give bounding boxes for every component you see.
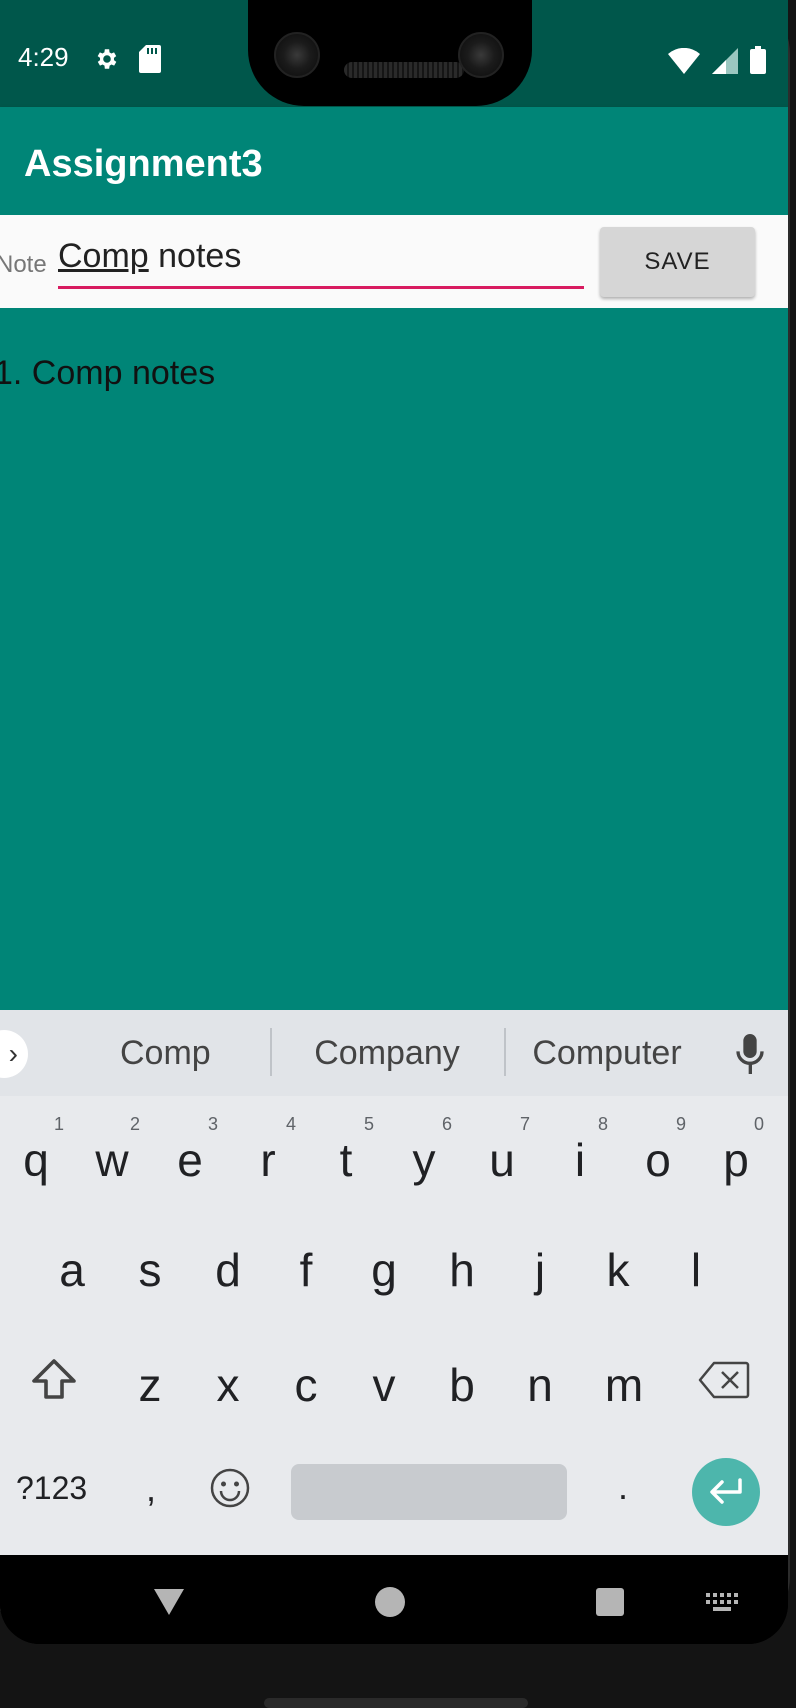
- front-camera-right: [458, 32, 504, 78]
- key-hint: 7: [519, 1114, 530, 1134]
- key-t[interactable]: t5: [310, 1110, 382, 1210]
- key-i[interactable]: i8: [544, 1110, 616, 1210]
- key-l[interactable]: l: [660, 1220, 732, 1320]
- note-input[interactable]: [58, 237, 584, 289]
- key-p[interactable]: p0: [700, 1110, 772, 1210]
- key-r[interactable]: r4: [232, 1110, 304, 1210]
- camera-notch: [248, 0, 532, 106]
- key-label: q: [23, 1134, 49, 1186]
- suggestion-strip: › Comp Company Computer: [0, 1010, 788, 1096]
- front-camera-left: [274, 32, 320, 78]
- enter-key[interactable]: [692, 1458, 760, 1526]
- key-f[interactable]: f: [270, 1220, 342, 1320]
- key-label: u: [489, 1134, 515, 1186]
- key-hint: 4: [285, 1114, 296, 1134]
- period-key[interactable]: .: [618, 1466, 628, 1508]
- key-hint: 3: [207, 1114, 218, 1134]
- key-x[interactable]: x: [192, 1335, 264, 1435]
- key-label: i: [574, 1134, 586, 1186]
- sd-card-icon: [139, 45, 161, 73]
- suggestion-computer[interactable]: Computer: [522, 1034, 692, 1073]
- suggestion-comp[interactable]: Comp: [120, 1034, 211, 1073]
- earpiece-speaker: [344, 62, 464, 78]
- key-hint: 1: [53, 1114, 64, 1134]
- key-label: w: [95, 1134, 129, 1186]
- list-item[interactable]: 1. Comp notes: [0, 354, 215, 393]
- key-label: t: [339, 1134, 353, 1186]
- suggestion-divider: [270, 1028, 272, 1076]
- back-icon[interactable]: [152, 1587, 186, 1617]
- recents-icon[interactable]: [596, 1588, 624, 1616]
- gear-icon: [97, 49, 117, 69]
- key-hint: 5: [363, 1114, 374, 1134]
- signal-icon: [712, 48, 738, 74]
- comma-key[interactable]: ,: [146, 1468, 156, 1510]
- navigation-bar: [0, 1555, 788, 1644]
- microphone-icon[interactable]: [733, 1034, 767, 1074]
- key-d[interactable]: d: [192, 1220, 264, 1320]
- key-hint: 6: [441, 1114, 452, 1134]
- key-q[interactable]: q1: [0, 1110, 72, 1210]
- shift-icon[interactable]: [30, 1355, 78, 1403]
- suggestion-divider: [504, 1028, 506, 1076]
- key-label: y: [412, 1134, 436, 1186]
- key-e[interactable]: e3: [154, 1110, 226, 1210]
- key-m[interactable]: m: [588, 1335, 660, 1435]
- wifi-icon: [668, 48, 700, 74]
- suggestion-company[interactable]: Company: [300, 1034, 474, 1073]
- status-time: 4:29: [18, 42, 69, 72]
- key-j[interactable]: j: [504, 1220, 576, 1320]
- keyboard-switch-icon[interactable]: [706, 1593, 738, 1611]
- soft-keyboard: › Comp Company Computer q1 w2 e3 r4 t5 y…: [0, 1010, 788, 1555]
- key-c[interactable]: c: [270, 1335, 342, 1435]
- note-input-row: Note Comp notes SAVE: [0, 215, 788, 308]
- save-button[interactable]: SAVE: [600, 227, 755, 297]
- status-icons-right: [668, 44, 766, 74]
- key-z[interactable]: z: [114, 1335, 186, 1435]
- app-toolbar: Assignment3: [0, 107, 788, 215]
- device-frame: 4:29 Assignment3 Note Comp notes SAVE 1.…: [0, 0, 796, 1708]
- key-a[interactable]: a: [36, 1220, 108, 1320]
- emoji-icon[interactable]: [208, 1466, 252, 1510]
- battery-icon: [750, 46, 766, 74]
- key-v[interactable]: v: [348, 1335, 420, 1435]
- status-bar: 4:29: [0, 0, 788, 107]
- home-icon[interactable]: [375, 1587, 405, 1617]
- key-o[interactable]: o9: [622, 1110, 694, 1210]
- home-indicator: [264, 1698, 528, 1708]
- key-b[interactable]: b: [426, 1335, 498, 1435]
- key-y[interactable]: y6: [388, 1110, 460, 1210]
- key-hint: 2: [129, 1114, 140, 1134]
- key-n[interactable]: n: [504, 1335, 576, 1435]
- key-hint: 8: [597, 1114, 608, 1134]
- key-label: p: [723, 1134, 749, 1186]
- key-g[interactable]: g: [348, 1220, 420, 1320]
- key-w[interactable]: w2: [76, 1110, 148, 1210]
- backspace-icon[interactable]: [698, 1360, 750, 1400]
- space-key[interactable]: [291, 1464, 567, 1520]
- key-hint: 0: [753, 1114, 764, 1134]
- key-k[interactable]: k: [582, 1220, 654, 1320]
- key-h[interactable]: h: [426, 1220, 498, 1320]
- symbols-key[interactable]: ?123: [16, 1470, 87, 1507]
- chevron-right-icon[interactable]: ›: [0, 1030, 28, 1078]
- screen: 4:29 Assignment3 Note Comp notes SAVE 1.…: [0, 0, 788, 1644]
- notes-list: 1. Comp notes: [0, 308, 788, 1010]
- note-label: Note: [0, 251, 47, 278]
- key-s[interactable]: s: [114, 1220, 186, 1320]
- key-label: o: [645, 1134, 671, 1186]
- key-label: e: [177, 1134, 203, 1186]
- app-title: Assignment3: [24, 143, 263, 185]
- key-u[interactable]: u7: [466, 1110, 538, 1210]
- key-label: r: [260, 1134, 276, 1186]
- enter-icon: [710, 1478, 742, 1504]
- key-hint: 9: [675, 1114, 686, 1134]
